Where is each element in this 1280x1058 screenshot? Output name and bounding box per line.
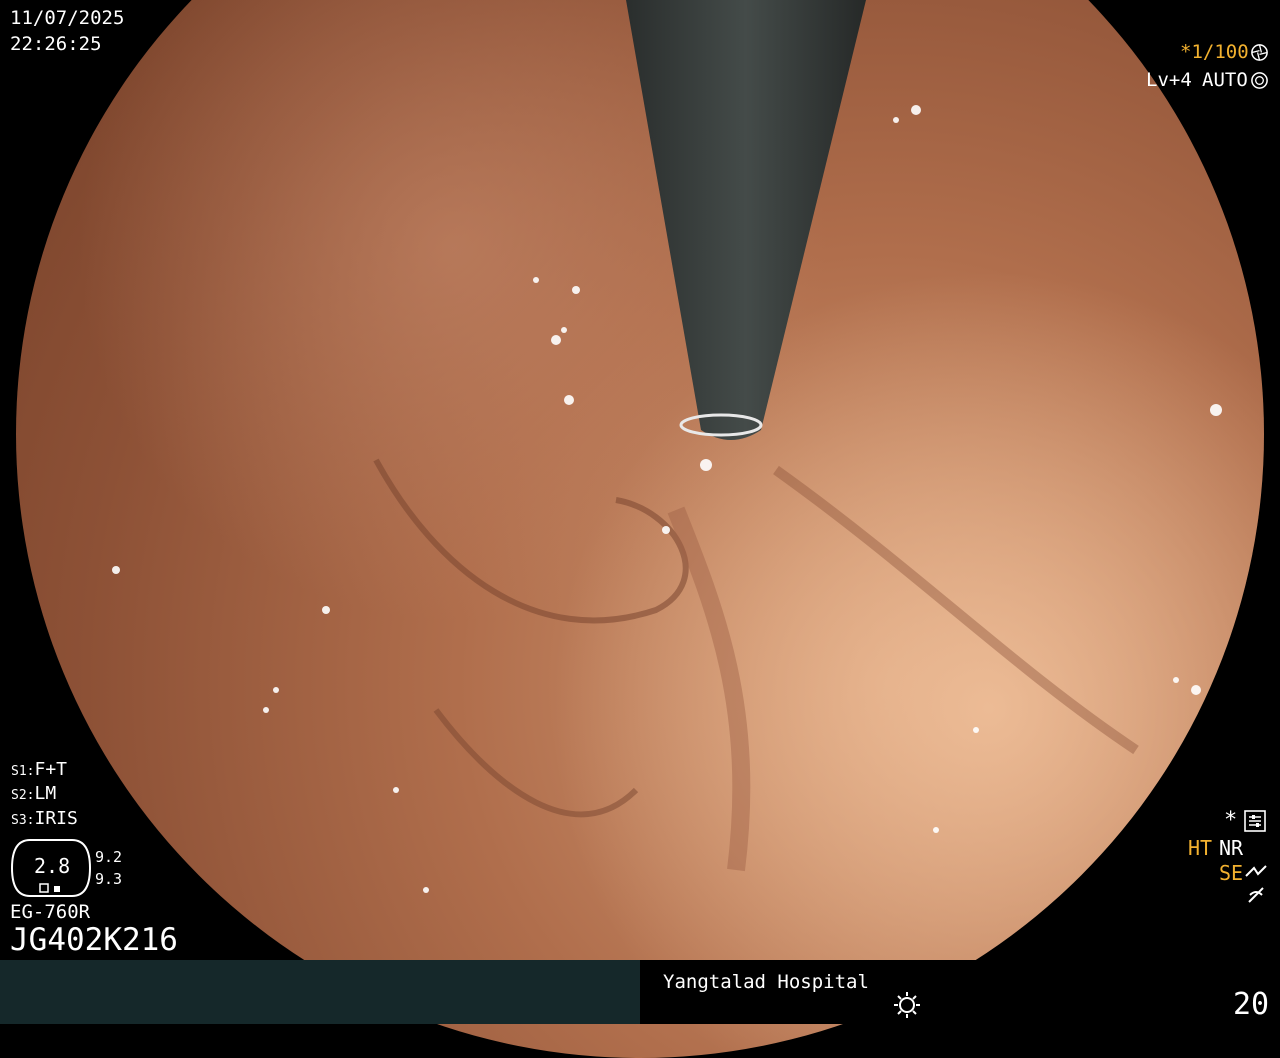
nr-label: NR xyxy=(1219,836,1244,860)
s1-key: S1: xyxy=(11,764,35,779)
enhance-icon xyxy=(1245,865,1267,877)
light-icon xyxy=(894,992,920,1018)
s1-value: F+T xyxy=(34,759,67,780)
s1-row: S1:F+T xyxy=(11,761,67,779)
scope-serial: JG402K216 xyxy=(10,922,178,958)
date-label: 11/07/2025 xyxy=(10,7,125,29)
dial-right-top: 9.2 xyxy=(95,848,123,866)
settings-icon xyxy=(1244,810,1266,832)
s3-key: S3: xyxy=(11,813,35,828)
shutter-label: *1/100 xyxy=(1180,41,1249,63)
footer-left-bar xyxy=(0,960,640,1024)
se-label: SE xyxy=(1219,861,1244,885)
s2-key: S2: xyxy=(11,788,35,803)
frame-counter: 20 xyxy=(1233,987,1270,1022)
aperture-icon xyxy=(1251,44,1268,61)
s2-value: LM xyxy=(34,783,57,804)
endoscope-view xyxy=(16,0,1264,1058)
iris-icon xyxy=(1251,72,1268,89)
time-label: 22:26:25 xyxy=(10,33,102,55)
hospital-name: Yangtalad Hospital xyxy=(663,971,869,993)
dial-right-bottom: 9.3 xyxy=(95,870,123,888)
star-label: * xyxy=(1224,808,1238,833)
dial-value: 2.8 xyxy=(34,854,71,878)
freeze-icon xyxy=(1248,887,1264,903)
endoscopy-image xyxy=(16,0,1264,1058)
level-label: Lv+4 xyxy=(1146,69,1192,91)
s3-value: IRIS xyxy=(34,808,78,829)
s2-row: S2:LM xyxy=(11,785,56,803)
s3-row: S3:IRIS xyxy=(11,810,78,828)
mode-label: AUTO xyxy=(1202,69,1248,91)
scope-model: EG-760R xyxy=(10,901,91,923)
ht-label: HT xyxy=(1188,836,1213,860)
